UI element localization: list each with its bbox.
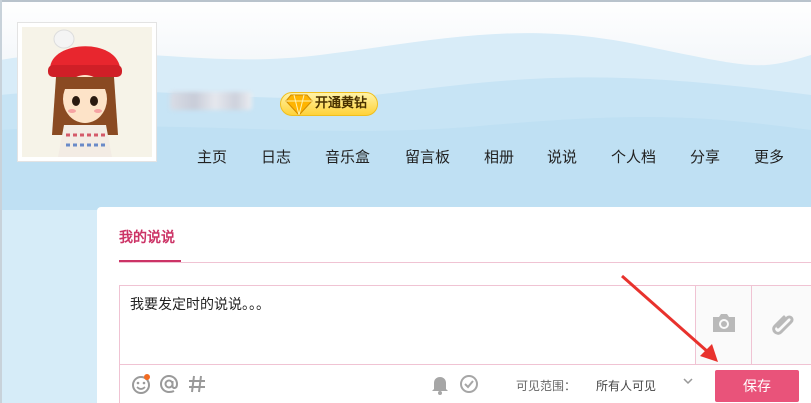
diamond-icon <box>285 91 313 125</box>
nav-item-more[interactable]: 更多 <box>754 146 784 167</box>
nav-item-share[interactable]: 分享 <box>690 146 720 167</box>
avatar[interactable] <box>17 22 157 162</box>
upload-photo-button[interactable] <box>695 286 751 364</box>
topic-hash-icon[interactable] <box>186 373 208 395</box>
bell-icon[interactable] <box>429 373 451 395</box>
save-button[interactable]: 保存 <box>715 370 799 402</box>
open-vip-badge[interactable]: 开通黄钻 <box>280 92 379 116</box>
tab-my-shuoshuo[interactable]: 我的说说 <box>119 227 175 247</box>
mention-icon[interactable] <box>158 373 180 395</box>
window-left-edge <box>0 0 2 403</box>
camera-icon <box>710 311 738 339</box>
chevron-down-icon[interactable] <box>682 375 694 390</box>
nav-item-music[interactable]: 音乐盒 <box>325 146 370 167</box>
nav-item-home[interactable]: 主页 <box>197 146 227 167</box>
window-top-edge <box>0 0 811 2</box>
nav-item-profile[interactable]: 个人档 <box>611 146 656 167</box>
nav-item-album[interactable]: 相册 <box>484 146 514 167</box>
editor-toolbar: 可见范围： 所有人可见 保存 <box>120 364 811 403</box>
shuoshuo-panel: 我的说说 我要发定时的说说。。。 可见范围： 所有人可见 保存 <box>97 207 811 403</box>
nav-item-shuoshuo[interactable]: 说说 <box>547 146 577 167</box>
nav-item-guestbook[interactable]: 留言板 <box>405 146 450 167</box>
username-blurred <box>170 92 252 110</box>
visibility-scope-select[interactable]: 所有人可见 <box>596 377 656 394</box>
vip-badge-label: 开通黄钻 <box>315 96 368 111</box>
post-textarea[interactable]: 我要发定时的说说。。。 <box>120 286 695 364</box>
tab-divider <box>119 262 811 263</box>
nav-item-blog[interactable]: 日志 <box>261 146 291 167</box>
timer-check-icon[interactable] <box>458 373 480 395</box>
attachment-icon <box>768 309 796 341</box>
attach-link-button[interactable] <box>751 286 811 364</box>
visibility-scope-label: 可见范围： <box>516 379 577 393</box>
post-editor: 我要发定时的说说。。。 可见范围： 所有人可见 保存 <box>119 285 811 403</box>
avatar-image <box>22 27 152 157</box>
emoji-icon[interactable] <box>130 373 152 395</box>
